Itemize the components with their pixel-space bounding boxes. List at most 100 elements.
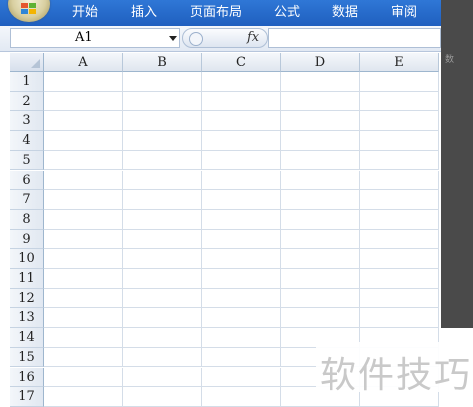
cell-B14[interactable] [123,328,202,348]
cell-E4[interactable] [360,131,439,151]
cell-E10[interactable] [360,249,439,269]
column-header[interactable]: D [281,53,360,72]
column-header[interactable]: A [44,53,123,72]
cell-C3[interactable] [202,111,281,132]
cell-C14[interactable] [202,328,281,348]
cell-B16[interactable] [123,367,202,388]
name-box-dropdown-icon[interactable] [169,36,177,41]
cell-B15[interactable] [123,347,202,368]
cell-B11[interactable] [123,269,202,289]
cell-E8[interactable] [360,209,439,230]
cell-D13[interactable] [281,308,360,329]
cell-A14[interactable] [44,328,123,348]
row-header[interactable]: 3 [10,111,44,132]
office-button[interactable] [8,0,50,22]
cell-D6[interactable] [281,170,360,191]
row-header[interactable]: 17 [10,387,44,407]
row-header[interactable]: 6 [10,170,44,191]
cell-D10[interactable] [281,249,360,269]
cell-D1[interactable] [281,72,360,92]
cell-C17[interactable] [202,387,281,407]
cell-A5[interactable] [44,150,123,171]
cell-A8[interactable] [44,209,123,230]
cell-E3[interactable] [360,111,439,132]
tab-formulas[interactable]: 公式 [274,3,300,23]
cell-C16[interactable] [202,367,281,388]
cell-E11[interactable] [360,269,439,289]
cell-A17[interactable] [44,387,123,407]
cell-B5[interactable] [123,150,202,171]
cell-C2[interactable] [202,91,281,112]
cell-E12[interactable] [360,288,439,309]
cell-C1[interactable] [202,72,281,92]
cell-D8[interactable] [281,209,360,230]
cell-E9[interactable] [360,229,439,250]
cell-A11[interactable] [44,269,123,289]
cell-E7[interactable] [360,190,439,210]
column-header[interactable]: E [360,53,439,72]
cell-A15[interactable] [44,347,123,368]
cell-A16[interactable] [44,367,123,388]
cell-D11[interactable] [281,269,360,289]
cell-C11[interactable] [202,269,281,289]
cell-D4[interactable] [281,131,360,151]
row-header[interactable]: 2 [10,91,44,112]
cell-B4[interactable] [123,131,202,151]
cell-A1[interactable] [44,72,123,92]
row-header[interactable]: 7 [10,190,44,210]
cell-C9[interactable] [202,229,281,250]
cell-B7[interactable] [123,190,202,210]
row-header[interactable]: 14 [10,328,44,348]
formula-expand-icon[interactable] [189,32,203,46]
column-header[interactable]: B [123,53,202,72]
tab-home[interactable]: 开始 [72,3,98,23]
cell-E5[interactable] [360,150,439,171]
cell-C4[interactable] [202,131,281,151]
formula-input[interactable] [268,28,441,48]
cell-E6[interactable] [360,170,439,191]
row-header[interactable]: 13 [10,308,44,329]
cell-B17[interactable] [123,387,202,407]
cell-C6[interactable] [202,170,281,191]
cell-A10[interactable] [44,249,123,269]
cell-A9[interactable] [44,229,123,250]
row-header[interactable]: 5 [10,150,44,171]
cell-D7[interactable] [281,190,360,210]
cell-D3[interactable] [281,111,360,132]
cell-A2[interactable] [44,91,123,112]
cell-E2[interactable] [360,91,439,112]
select-all-corner[interactable] [10,53,44,72]
cell-B9[interactable] [123,229,202,250]
tab-review[interactable]: 审阅 [391,3,417,23]
cell-B6[interactable] [123,170,202,191]
cell-C12[interactable] [202,288,281,309]
row-header[interactable]: 4 [10,131,44,151]
cell-E1[interactable] [360,72,439,92]
cell-C7[interactable] [202,190,281,210]
row-header[interactable]: 9 [10,229,44,250]
row-header[interactable]: 8 [10,209,44,230]
row-header[interactable]: 1 [10,72,44,92]
insert-function-button[interactable]: fx [247,30,259,45]
name-box[interactable]: A1 [10,28,180,48]
tab-data[interactable]: 数据 [332,3,358,23]
cell-D9[interactable] [281,229,360,250]
cell-C5[interactable] [202,150,281,171]
cell-D2[interactable] [281,91,360,112]
cell-A12[interactable] [44,288,123,309]
row-header[interactable]: 12 [10,288,44,309]
cell-A4[interactable] [44,131,123,151]
row-header[interactable]: 10 [10,249,44,269]
cell-A3[interactable] [44,111,123,132]
cell-B1[interactable] [123,72,202,92]
cell-C8[interactable] [202,209,281,230]
cell-A6[interactable] [44,170,123,191]
row-header[interactable]: 16 [10,367,44,388]
column-header[interactable]: C [202,53,281,72]
tab-page-layout[interactable]: 页面布局 [190,3,242,23]
cell-C15[interactable] [202,347,281,368]
cell-B8[interactable] [123,209,202,230]
cell-B2[interactable] [123,91,202,112]
cell-E13[interactable] [360,308,439,329]
cell-D12[interactable] [281,288,360,309]
